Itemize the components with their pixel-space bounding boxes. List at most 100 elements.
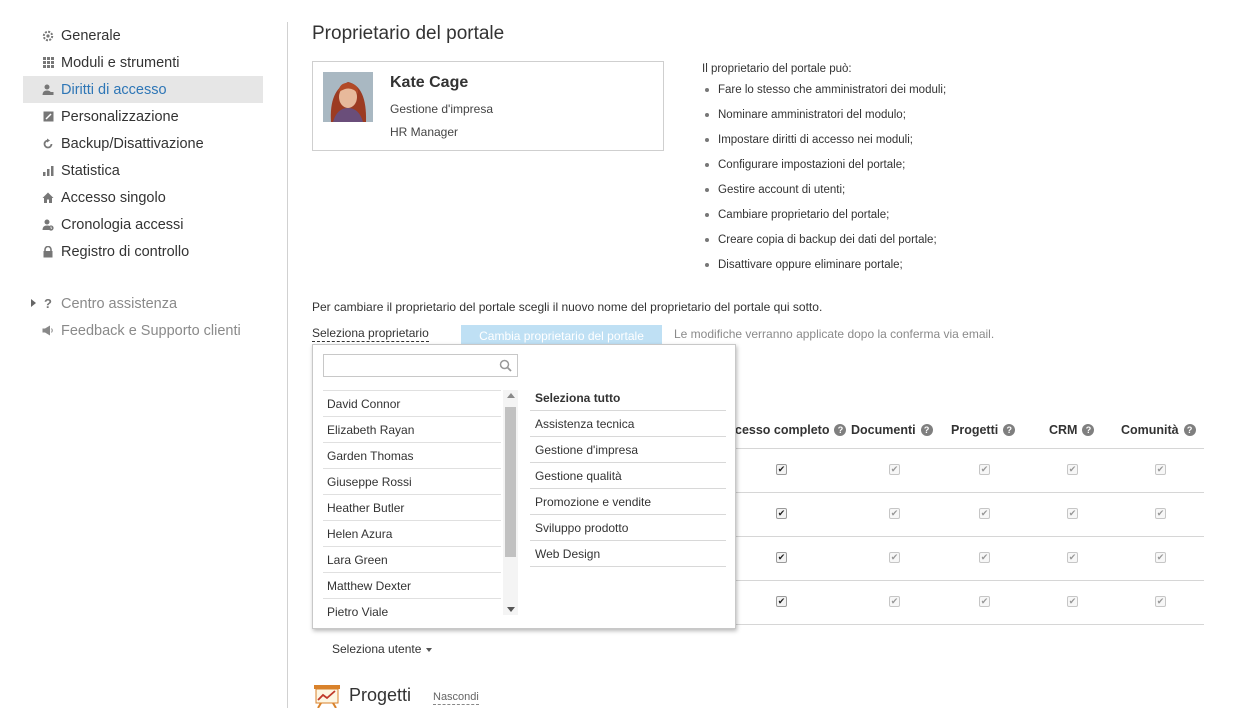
progetti-checkbox: ✔ [979,508,990,519]
sidebar-item-label: Centro assistenza [61,295,178,312]
home-icon [41,191,55,205]
owner-department: Gestione d'impresa [390,102,494,116]
sidebar-item-label: Registro di controllo [61,243,190,260]
capability-item: Cambiare proprietario del portale; [702,205,946,230]
select-user-dropdown[interactable]: Seleziona utente [332,642,433,656]
column-header-label: CRM [1049,423,1078,437]
group-list: Seleziona tutto Assistenza tecnica Gesti… [530,385,726,567]
change-owner-info: Per cambiare il proprietario del portale… [312,300,823,314]
scroll-thumb[interactable] [505,407,516,557]
full-access-checkbox[interactable]: ✔ [776,508,787,519]
group-list-item[interactable]: Web Design [530,541,726,567]
search-input[interactable] [324,355,494,376]
column-header-label: cesso completo [735,423,830,437]
group-list-item[interactable]: Sviluppo prodotto [530,515,726,541]
edit-icon [41,110,55,124]
full-access-checkbox[interactable]: ✔ [776,464,787,475]
crm-checkbox: ✔ [1067,508,1078,519]
capability-item: Disattivare oppure eliminare portale; [702,255,946,280]
hide-link[interactable]: Nascondi [433,691,479,705]
sidebar-item-accesso-singolo[interactable]: Accesso singolo [23,184,263,211]
select-owner-link[interactable]: Seleziona proprietario [312,326,429,342]
sidebar-item-centro-assistenza[interactable]: ? Centro assistenza [23,290,263,317]
help-icon[interactable]: ? [920,424,933,436]
page-title: Proprietario del portale [312,23,505,44]
gear-icon [41,29,55,43]
column-header-label: Documenti [851,423,916,437]
documenti-checkbox: ✔ [889,464,900,475]
projects-section-title: Progetti [349,685,412,705]
documenti-checkbox: ✔ [889,508,900,519]
sidebar-item-label: Accesso singolo [61,189,166,206]
user-clock-icon [41,218,55,232]
group-list-item[interactable]: Gestione d'impresa [530,437,726,463]
help-icon[interactable]: ? [1003,424,1016,436]
user-list-item[interactable]: Helen Azura [323,521,501,547]
progetti-checkbox: ✔ [979,552,990,563]
help-icon[interactable]: ? [1082,424,1095,436]
email-confirmation-note: Le modifiche verranno applicate dopo la … [674,327,995,341]
full-access-checkbox[interactable]: ✔ [776,596,787,607]
sidebar-item-backup[interactable]: Backup/Disattivazione [23,130,263,157]
sidebar-item-cronologia-accessi[interactable]: Cronologia accessi [23,211,263,238]
full-access-checkbox[interactable]: ✔ [776,552,787,563]
scroll-up-arrow-icon[interactable] [507,393,515,398]
group-list-item[interactable]: Promozione e vendite [530,489,726,515]
search-box[interactable] [323,354,518,377]
sidebar-item-label: Cronologia accessi [61,216,184,233]
sidebar-item-statistica[interactable]: Statistica [23,157,263,184]
column-header-documenti: Documenti ? [851,423,933,437]
column-header-full-access: cesso completo ? [735,423,847,437]
sidebar-item-label: Backup/Disattivazione [61,135,204,152]
owner-selector-popup: David Connor Elizabeth Rayan Garden Thom… [312,344,736,629]
sidebar-item-diritti-accesso[interactable]: Diritti di accesso [23,76,263,103]
search-icon [499,359,512,372]
sidebar-item-label: Diritti di accesso [61,81,167,98]
sidebar-item-generale[interactable]: Generale [23,22,263,49]
help-icon[interactable]: ? [834,424,847,436]
sidebar-item-moduli[interactable]: Moduli e strumenti [23,49,263,76]
megaphone-icon [41,324,55,338]
user-list-scrollbar[interactable] [503,390,518,615]
column-header-progetti: Progetti ? [951,423,1016,437]
group-list-item[interactable]: Gestione qualità [530,463,726,489]
capabilities-heading: Il proprietario del portale può: [702,63,852,75]
avatar [323,72,373,122]
grid-icon [41,56,55,70]
user-list: David Connor Elizabeth Rayan Garden Thom… [323,390,501,616]
sidebar-item-label: Statistica [61,162,120,179]
group-list-item[interactable]: Assistenza tecnica [530,411,726,437]
column-header-label: Progetti [951,423,999,437]
user-list-item[interactable]: Elizabeth Rayan [323,417,501,443]
user-list-item[interactable]: David Connor [323,391,501,417]
sidebar-item-registro-controllo[interactable]: Registro di controllo [23,238,263,265]
documenti-checkbox: ✔ [889,552,900,563]
documenti-checkbox: ✔ [889,596,900,607]
capability-item: Nominare amministratori del modulo; [702,105,946,130]
select-user-label: Seleziona utente [332,642,422,656]
crm-checkbox: ✔ [1067,464,1078,475]
progetti-checkbox: ✔ [979,464,990,475]
chevron-down-icon [426,647,433,652]
user-list-item[interactable]: Giuseppe Rossi [323,469,501,495]
scroll-down-arrow-icon[interactable] [507,607,515,612]
select-all-groups[interactable]: Seleziona tutto [530,385,726,411]
user-list-item[interactable]: Pietro Viale [323,599,501,616]
column-header-label: Comunità [1121,423,1179,437]
sidebar-item-personalizzazione[interactable]: Personalizzazione [23,103,263,130]
help-icon[interactable]: ? [1183,424,1196,436]
owner-role: HR Manager [390,125,459,139]
user-list-item[interactable]: Garden Thomas [323,443,501,469]
sidebar-item-feedback[interactable]: Feedback e Supporto clienti [23,317,263,344]
user-list-item[interactable]: Matthew Dexter [323,573,501,599]
progetti-checkbox: ✔ [979,596,990,607]
comunita-checkbox: ✔ [1155,596,1166,607]
change-owner-button[interactable]: Cambia proprietario del portale [461,325,662,345]
comunita-checkbox: ✔ [1155,464,1166,475]
user-list-item[interactable]: Lara Green [323,547,501,573]
user-list-item[interactable]: Heather Butler [323,495,501,521]
sidebar-item-label: Personalizzazione [61,108,179,125]
owner-name[interactable]: Kate Cage [390,74,468,92]
user-key-icon [41,83,55,97]
bar-chart-icon [41,164,55,178]
